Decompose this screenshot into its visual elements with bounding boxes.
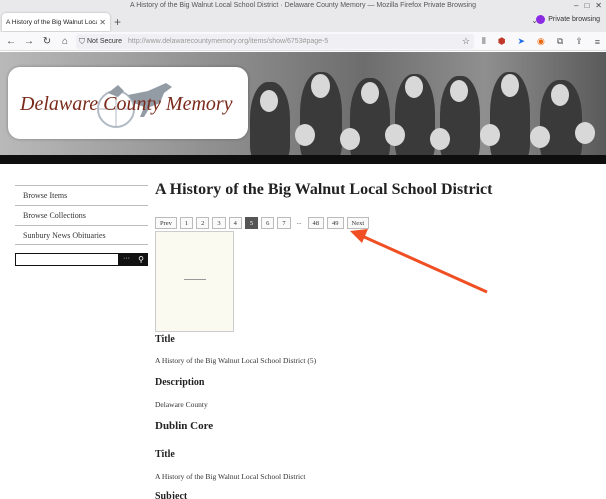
- browser-tab[interactable]: A History of the Big Walnut Local S ✕: [2, 13, 110, 31]
- minimize-icon[interactable]: –: [574, 0, 578, 11]
- dc-title-value: A History of the Big Walnut Local School…: [155, 472, 306, 481]
- pager-page-4[interactable]: 4: [228, 217, 242, 229]
- pager-page-1[interactable]: 1: [179, 217, 194, 229]
- private-browsing-label: Private browsing: [548, 16, 600, 23]
- url-bar[interactable]: ⛉ Not Secure http://www.delawarecountyme…: [76, 34, 474, 49]
- new-tab-icon[interactable]: +: [114, 15, 121, 29]
- bookmark-star-icon[interactable]: ☆: [462, 36, 470, 47]
- thumbnail-text-line: [184, 279, 206, 280]
- search-icon: ⚲: [138, 255, 144, 264]
- puzzle-icon[interactable]: ⧉: [557, 36, 563, 47]
- search-button[interactable]: ⚲: [134, 253, 148, 266]
- item-content: A History of the Big Walnut Local School…: [155, 179, 595, 499]
- pager-next-button[interactable]: Next: [346, 217, 370, 229]
- pager-prev-button[interactable]: Prev: [155, 217, 177, 229]
- back-icon[interactable]: ←: [4, 36, 18, 47]
- web-page: Delaware County Memory Browse Items Brow…: [0, 52, 606, 499]
- dublin-core-heading: Dublin Core: [155, 420, 214, 432]
- pager-page-49[interactable]: 49: [327, 217, 344, 229]
- pager-page-current[interactable]: 5: [244, 217, 259, 229]
- adblock-icon[interactable]: ⬢: [498, 36, 506, 47]
- pager-page-6[interactable]: 6: [261, 217, 275, 229]
- library-icon[interactable]: ⫴: [482, 36, 486, 47]
- header-divider-bar: [0, 155, 606, 164]
- home-icon[interactable]: ⌂: [58, 36, 72, 47]
- tab-strip: A History of the Big Walnut Local S ✕ + …: [0, 11, 606, 32]
- description-value: Delaware County: [155, 400, 208, 409]
- pager-page-7[interactable]: 7: [277, 217, 291, 229]
- page-thumbnail[interactable]: [155, 231, 234, 332]
- reload-icon[interactable]: ↻: [40, 36, 54, 47]
- dc-title-heading: Title: [155, 449, 175, 460]
- share-icon[interactable]: ⇪: [575, 36, 583, 47]
- private-mask-icon: [536, 15, 546, 24]
- site-search: ··· ⚲: [15, 253, 148, 266]
- description-heading: Description: [155, 377, 205, 388]
- pager-page-48[interactable]: 48: [307, 217, 325, 229]
- forward-icon[interactable]: →: [22, 36, 36, 47]
- window-title: A History of the Big Walnut Local School…: [130, 2, 476, 9]
- site-logo[interactable]: Delaware County Memory: [8, 67, 248, 139]
- title-heading: Title: [155, 334, 175, 345]
- pager-page-3[interactable]: 3: [212, 217, 226, 229]
- toolbar-icons: ⫴ ⬢ ➤ ◉ ⧉ ⇪ ≡: [476, 34, 606, 49]
- close-window-icon[interactable]: ✕: [595, 0, 602, 11]
- logo-text: Delaware County Memory: [20, 93, 233, 115]
- sidebar-item-browse-collections[interactable]: Browse Collections: [15, 205, 148, 225]
- search-input[interactable]: [15, 253, 119, 266]
- window-titlebar: A History of the Big Walnut Local School…: [0, 0, 606, 11]
- maximize-icon[interactable]: □: [584, 0, 589, 11]
- advanced-search-button[interactable]: ···: [119, 253, 134, 266]
- private-browsing-indicator: Private browsing: [536, 15, 600, 24]
- pager-page-2[interactable]: 2: [196, 217, 210, 229]
- sidebar-item-sunbury-news-obituaries[interactable]: Sunbury News Obituaries: [15, 225, 148, 245]
- pager-ellipsis: ...: [296, 219, 302, 226]
- sidebar-item-browse-items[interactable]: Browse Items: [15, 185, 148, 205]
- navigation-toolbar: ← → ↻ ⌂ ⛉ Not Secure http://www.delaware…: [0, 32, 606, 51]
- title-value: A History of the Big Walnut Local School…: [155, 356, 317, 365]
- page-title: A History of the Big Walnut Local School…: [155, 181, 493, 198]
- not-secure-label[interactable]: Not Secure: [87, 38, 122, 45]
- shield-icon[interactable]: ⛉: [79, 37, 85, 47]
- subject-heading: Subject: [155, 491, 188, 499]
- tab-title: A History of the Big Walnut Local S: [6, 18, 98, 26]
- tab-close-icon[interactable]: ✕: [99, 18, 106, 27]
- window-controls: – □ ✕: [574, 0, 602, 11]
- extension-icon[interactable]: ◉: [537, 36, 545, 47]
- pagination: Prev 1 2 3 4 5 6 7 ... 48 49 Next: [155, 217, 370, 229]
- sidebar-nav: Browse Items Browse Collections Sunbury …: [15, 185, 148, 245]
- cursor-extension-icon[interactable]: ➤: [518, 36, 526, 47]
- menu-icon[interactable]: ≡: [595, 37, 600, 47]
- url-text[interactable]: http://www.delawarecountymemory.org/item…: [128, 38, 328, 45]
